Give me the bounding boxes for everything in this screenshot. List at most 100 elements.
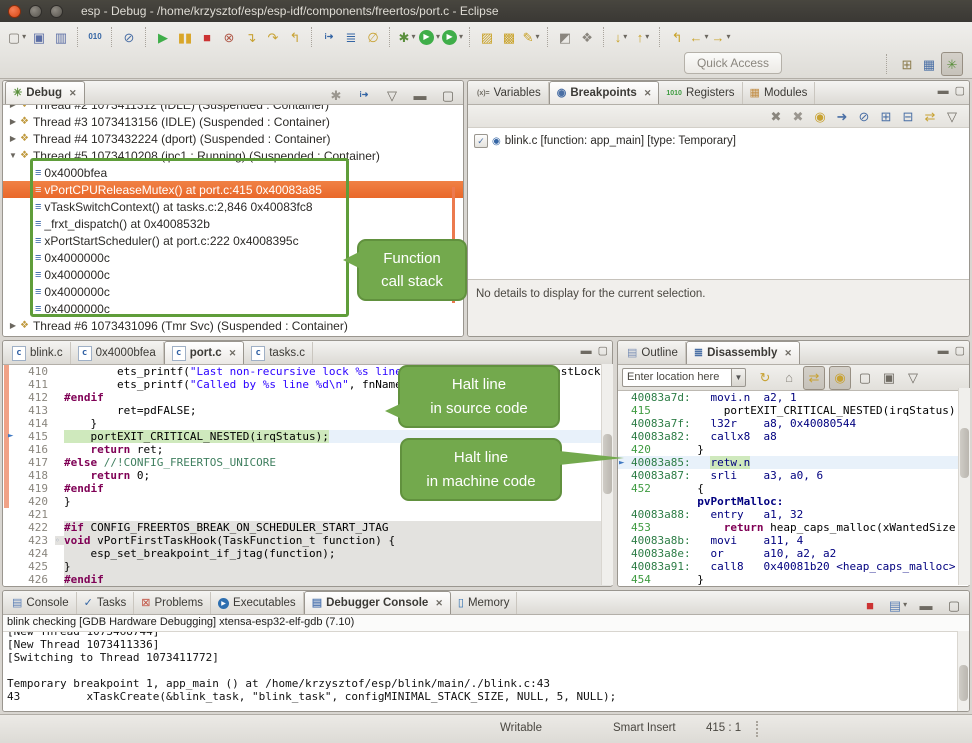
save-icon[interactable]: ▣	[29, 26, 49, 48]
disassembly-row[interactable]: 415 portEXIT_CRITICAL_NESTED(irqStatus)	[618, 404, 969, 417]
use-step-filters-icon[interactable]: ∅	[363, 26, 383, 48]
terminate-console-icon[interactable]: ■	[860, 594, 880, 616]
tab-console[interactable]: ▤Console	[5, 592, 77, 614]
code-line[interactable]: 420}	[3, 495, 612, 508]
code-line[interactable]: 411 ets_printf("Called by %s line %d\n",…	[3, 378, 612, 391]
expander-icon[interactable]: ▶	[8, 321, 18, 330]
skip-all-breakpoints-icon[interactable]: ⊘	[119, 26, 139, 48]
tab-memory[interactable]: ▯Memory	[451, 592, 518, 614]
expander-icon[interactable]: ▶	[8, 134, 18, 143]
tab-disassembly[interactable]: ≣Disassembly✕	[686, 341, 800, 364]
instruction-stepping-mode-icon[interactable]: i➜	[354, 84, 374, 106]
stack-frame[interactable]: ≡vPortCPUReleaseMutex() at port.c:415 0x…	[3, 181, 463, 198]
code-line[interactable]: 413 ret=pdFALSE;	[3, 404, 612, 417]
toggle-mark-occurrences-icon[interactable]: ◩	[555, 26, 575, 48]
back-icon[interactable]: ←▾	[689, 26, 709, 48]
save-all-icon[interactable]: ▥	[51, 26, 71, 48]
quick-access-field[interactable]: Quick Access	[684, 52, 782, 74]
tab-0x4000bfea[interactable]: c0x4000bfea	[71, 342, 164, 364]
tab-port-c[interactable]: cport.c✕	[164, 341, 245, 364]
show-debug-columns-icon[interactable]: ≣	[341, 26, 361, 48]
tab-modules[interactable]: ▦Modules	[743, 82, 816, 104]
tab-variables[interactable]: (x)=Variables	[470, 82, 549, 104]
step-return-icon[interactable]: ↰	[285, 26, 305, 48]
binary-file-icon[interactable]: 010	[85, 26, 105, 48]
go-to-file-icon[interactable]: ➜	[832, 105, 852, 127]
minimize-icon[interactable]: ▬	[581, 345, 592, 357]
show-source-icon[interactable]: ◉	[829, 366, 851, 390]
code-line[interactable]: 423◦void vPortFirstTaskHook(TaskFunction…	[3, 534, 612, 547]
thread-row[interactable]: ▶❖Thread #6 1073431096 (Tmr Svc) (Suspen…	[3, 317, 463, 334]
remove-all-terminated-icon[interactable]: ✱	[326, 84, 346, 106]
tab-blink-c[interactable]: cblink.c	[5, 342, 71, 364]
stack-frame[interactable]: ≡xPortStartScheduler() at port.c:222 0x4…	[3, 232, 463, 249]
resume-icon[interactable]: ▶	[153, 26, 173, 48]
instruction-stepping-icon[interactable]: i➜	[319, 26, 339, 48]
new-wizard-icon[interactable]: ▢▾	[7, 26, 27, 48]
remove-all-icon[interactable]: ✖	[788, 105, 808, 127]
close-icon[interactable]: ✕	[69, 88, 77, 99]
disassembly-row[interactable]: 453 return heap_caps_malloc(xWantedSize	[618, 521, 969, 534]
disconnect-icon[interactable]: ⊗	[219, 26, 239, 48]
debug-icon[interactable]: ✱▾	[397, 26, 417, 48]
disassembly-scrollbar[interactable]	[958, 388, 970, 585]
terminate-icon[interactable]: ■	[197, 26, 217, 48]
stack-frame[interactable]: ≡0x4000000c	[3, 249, 463, 266]
last-edit-location-icon[interactable]: ↰	[667, 26, 687, 48]
breakpoint-checkbox[interactable]: ✓	[474, 134, 488, 148]
expander-icon[interactable]: ▶	[8, 105, 18, 109]
minimize-icon[interactable]: ▬	[410, 84, 430, 106]
disassembly-row[interactable]: 40083a7d: movi.n a2, 1	[618, 391, 969, 404]
stack-frame[interactable]: ≡0x4000000c	[3, 266, 463, 283]
open-element-icon[interactable]: ▨	[477, 26, 497, 48]
sync-selection-icon[interactable]: ⇄	[803, 366, 825, 390]
tab-problems[interactable]: ⊠Problems	[134, 592, 211, 614]
chevron-down-icon[interactable]: ▼	[732, 368, 746, 387]
console-scrollbar[interactable]	[957, 631, 969, 711]
forward-icon[interactable]: →▾	[711, 26, 731, 48]
code-line[interactable]: 418 return 0;	[3, 469, 612, 482]
maximize-icon[interactable]: ▢	[944, 594, 964, 616]
debug-perspective-icon[interactable]: ✳	[941, 52, 963, 76]
minimize-icon[interactable]: ▬	[916, 594, 936, 616]
thread-row[interactable]: ▶❖Thread #3 1073413156 (IDLE) (Suspended…	[3, 113, 463, 130]
disassembly-row[interactable]: 454 }	[618, 573, 969, 586]
refresh-icon[interactable]: ↻	[755, 367, 775, 389]
code-line[interactable]: 425}	[3, 560, 612, 573]
disassembly-row[interactable]: 452 {	[618, 482, 969, 495]
disassembly-row[interactable]: 40083a7f: l32r a8, 0x40080544	[618, 417, 969, 430]
pin-editor-icon[interactable]: ❖	[577, 26, 597, 48]
suspend-icon[interactable]: ▮▮	[175, 26, 195, 48]
show-breakpoints-for-icon[interactable]: ◉	[810, 105, 830, 127]
source-editor-port-c[interactable]: 410 ets_printf("Last non-recursive lock …	[3, 365, 612, 586]
stack-frame[interactable]: ≡0x4000bfea	[3, 164, 463, 181]
close-icon[interactable]: ✕	[644, 88, 652, 99]
open-new-icon[interactable]: ▣	[879, 367, 899, 389]
maximize-icon[interactable]: ▢	[598, 344, 608, 357]
disassembly-row[interactable]: 420 }	[618, 443, 969, 456]
debugger-console-output[interactable]: [New Thread 1073468744][New Thread 10734…	[3, 632, 969, 711]
view-menu-icon[interactable]: ▽	[942, 105, 962, 127]
tab-tasks[interactable]: ✓Tasks	[77, 592, 135, 614]
expand-all-icon[interactable]: ⊞	[876, 105, 896, 127]
step-into-icon[interactable]: ↴	[241, 26, 261, 48]
close-icon[interactable]: ✕	[784, 348, 792, 359]
thread-row[interactable]: ▶❖Thread #4 1073432224 (dport) (Suspende…	[3, 130, 463, 147]
group-by-icon[interactable]: ⇄	[920, 105, 940, 127]
code-line[interactable]: 417#else //!CONFIG_FREERTOS_UNICORE	[3, 456, 612, 469]
tab-breakpoints[interactable]: ◉Breakpoints✕	[549, 81, 660, 104]
maximize-icon[interactable]: ▢	[438, 84, 458, 106]
tab-tasks-c[interactable]: ctasks.c	[244, 342, 313, 364]
location-input[interactable]: Enter location here	[622, 368, 732, 387]
home-icon[interactable]: ⌂	[779, 367, 799, 389]
collapse-all-icon[interactable]: ⊟	[898, 105, 918, 127]
maximize-icon[interactable]: ▢	[955, 344, 965, 357]
tab-executables[interactable]: ▶Executables	[211, 592, 304, 614]
code-line[interactable]: 421	[3, 508, 612, 521]
thread-row[interactable]: ▼❖Thread #5 1073410208 (ipc1 : Running) …	[3, 147, 463, 164]
previous-annotation-icon[interactable]: ↑▾	[633, 26, 653, 48]
disassembly-row[interactable]: 40083a82: callx8 a8	[618, 430, 969, 443]
disassembly-row[interactable]: pvPortMalloc:	[618, 495, 969, 508]
disassembly-row[interactable]: 40083a8b: movi a11, 4	[618, 534, 969, 547]
window-maximize-button[interactable]	[50, 5, 63, 18]
